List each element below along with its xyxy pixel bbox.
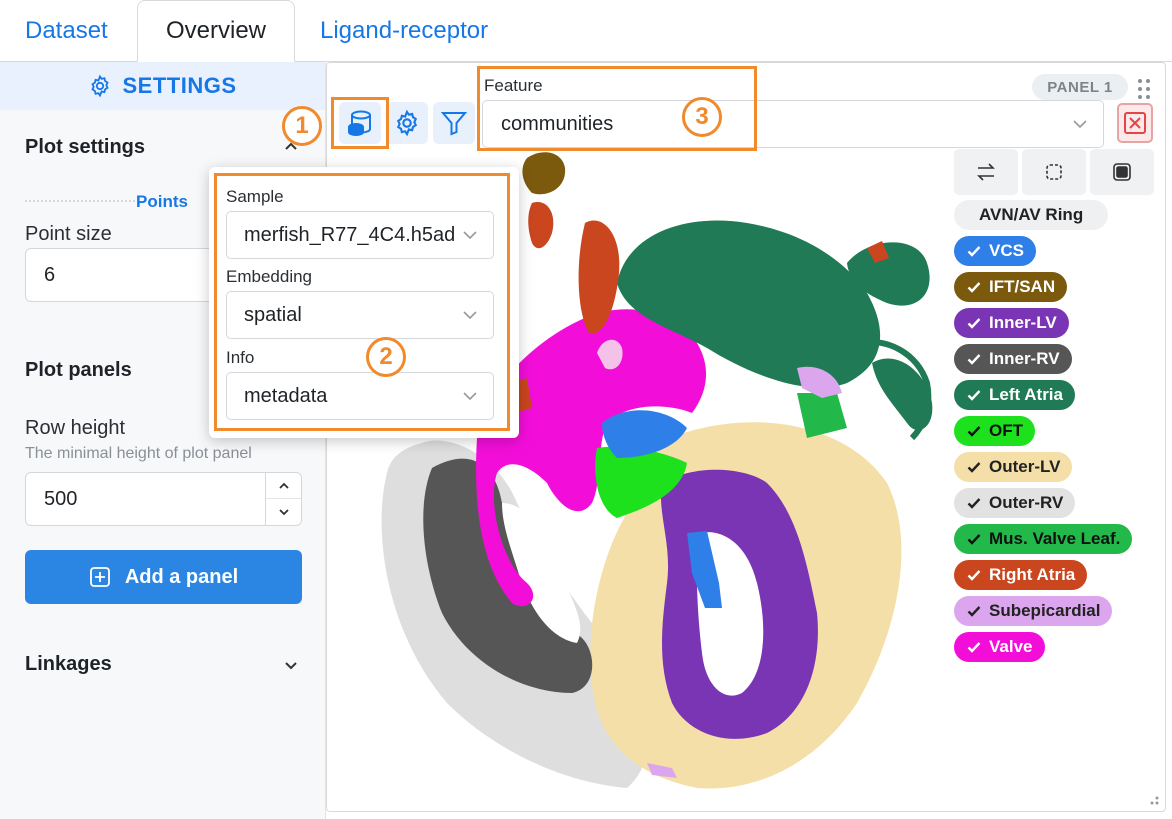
legend-item[interactable]: Outer-LV: [954, 452, 1073, 482]
panel-settings-button[interactable]: [386, 102, 428, 144]
legend-item[interactable]: Outer-RV: [954, 488, 1076, 518]
check-icon: [967, 642, 981, 653]
chevron-down-icon[interactable]: [282, 656, 300, 674]
row-height-label: Row height: [25, 417, 126, 439]
close-icon: [1124, 112, 1146, 134]
region-ift-san: [522, 152, 566, 195]
stepper-up[interactable]: [266, 473, 301, 499]
add-panel-button[interactable]: Add a panel: [25, 550, 302, 604]
resize-icon[interactable]: [1150, 796, 1159, 805]
annotation-circle-3: 3: [682, 97, 722, 137]
lasso-icon: [1046, 164, 1062, 180]
legend-item-label: Right Atria: [989, 565, 1076, 584]
check-icon: [967, 390, 981, 401]
settings-title: SETTINGS: [122, 73, 237, 98]
legend-item[interactable]: Subepicardial: [954, 596, 1113, 626]
annotation-box-1: [331, 97, 389, 149]
legend-item-label: Valve: [989, 637, 1033, 656]
check-icon: [967, 570, 981, 581]
legend-item-header[interactable]: AVN/AV Ring: [954, 200, 1109, 230]
add-panel-label: Add a panel: [124, 565, 239, 588]
points-section-label: Points: [136, 192, 188, 211]
legend-item-label: OFT: [989, 421, 1023, 440]
tab-bar: Dataset Overview Ligand-receptor: [0, 0, 1172, 62]
check-icon: [967, 534, 981, 545]
gear-icon: [91, 74, 110, 98]
check-icon: [967, 606, 981, 617]
legend-item-label: VCS: [989, 241, 1024, 260]
rect-select-icon: [1113, 163, 1131, 181]
linkages-title[interactable]: Linkages: [25, 653, 112, 676]
chevron-up-icon: [278, 482, 289, 489]
row-height-stepper[interactable]: [265, 473, 301, 525]
row-height-input[interactable]: 500: [25, 472, 302, 526]
legend-item-label: Subepicardial: [989, 601, 1101, 620]
stepper-down[interactable]: [266, 499, 301, 525]
row-height-value: 500: [44, 487, 78, 510]
legend-item[interactable]: Mus. Valve Leaf.: [954, 524, 1133, 554]
annotation-box-2: [214, 173, 510, 431]
tab-ligand-receptor[interactable]: Ligand-receptor: [320, 0, 488, 62]
legend-item-label: Inner-RV: [989, 349, 1060, 368]
legend-item[interactable]: Inner-LV: [954, 308, 1069, 338]
app-root: Dataset Overview Ligand-receptor SETTING…: [0, 0, 1172, 819]
filter-button[interactable]: [433, 102, 475, 144]
invert-selection-button[interactable]: [954, 149, 1018, 195]
check-icon: [967, 462, 981, 473]
row-height-help: The minimal height of plot panel: [25, 445, 252, 462]
legend-item[interactable]: VCS: [954, 236, 1036, 266]
swap-icon: [977, 163, 995, 181]
gear-icon: [396, 109, 418, 137]
lasso-select-button[interactable]: [1022, 149, 1086, 195]
legend-item-label: Mus. Valve Leaf.: [989, 529, 1121, 548]
panel-badge: PANEL 1: [1032, 74, 1128, 100]
settings-header: SETTINGS: [0, 62, 325, 110]
check-icon: [967, 282, 981, 293]
close-panel-button[interactable]: [1117, 103, 1153, 143]
region-right-atria-upper: [528, 202, 554, 249]
divider: [25, 200, 135, 202]
check-icon: [967, 354, 981, 365]
point-size-label: Point size: [25, 223, 112, 245]
chevron-down-icon: [1073, 120, 1087, 129]
filter-icon: [440, 112, 468, 136]
annotation-circle-1: 1: [282, 106, 322, 146]
drag-handle-icon[interactable]: [1137, 78, 1151, 100]
tab-overview[interactable]: Overview: [137, 0, 295, 62]
legend-item-label: IFT/SAN: [989, 277, 1056, 296]
legend-item-label: Inner-LV: [989, 313, 1057, 332]
check-icon: [967, 426, 981, 437]
legend-item[interactable]: Inner-RV: [954, 344, 1072, 374]
check-icon: [967, 318, 981, 329]
point-size-value: 6: [44, 263, 56, 286]
check-icon: [967, 498, 981, 509]
annotation-circle-2: 2: [366, 337, 406, 377]
plus-square-icon: [89, 567, 110, 587]
legend-item[interactable]: IFT/SAN: [954, 272, 1068, 302]
check-icon: [967, 246, 981, 257]
legend-item[interactable]: Left Atria: [954, 380, 1075, 410]
rect-select-button[interactable]: [1090, 149, 1154, 195]
chevron-down-icon: [278, 509, 289, 516]
legend-item[interactable]: Right Atria: [954, 560, 1088, 590]
legend-item-label: Outer-LV: [989, 457, 1061, 476]
plot-panels-title[interactable]: Plot panels: [25, 359, 132, 382]
legend-item-label: Outer-RV: [989, 493, 1064, 512]
plot-settings-title[interactable]: Plot settings: [25, 136, 145, 159]
tab-dataset[interactable]: Dataset: [25, 0, 108, 62]
legend-item-label: Left Atria: [989, 385, 1063, 404]
legend-item[interactable]: OFT: [954, 416, 1035, 446]
legend-item[interactable]: Valve: [954, 632, 1045, 662]
